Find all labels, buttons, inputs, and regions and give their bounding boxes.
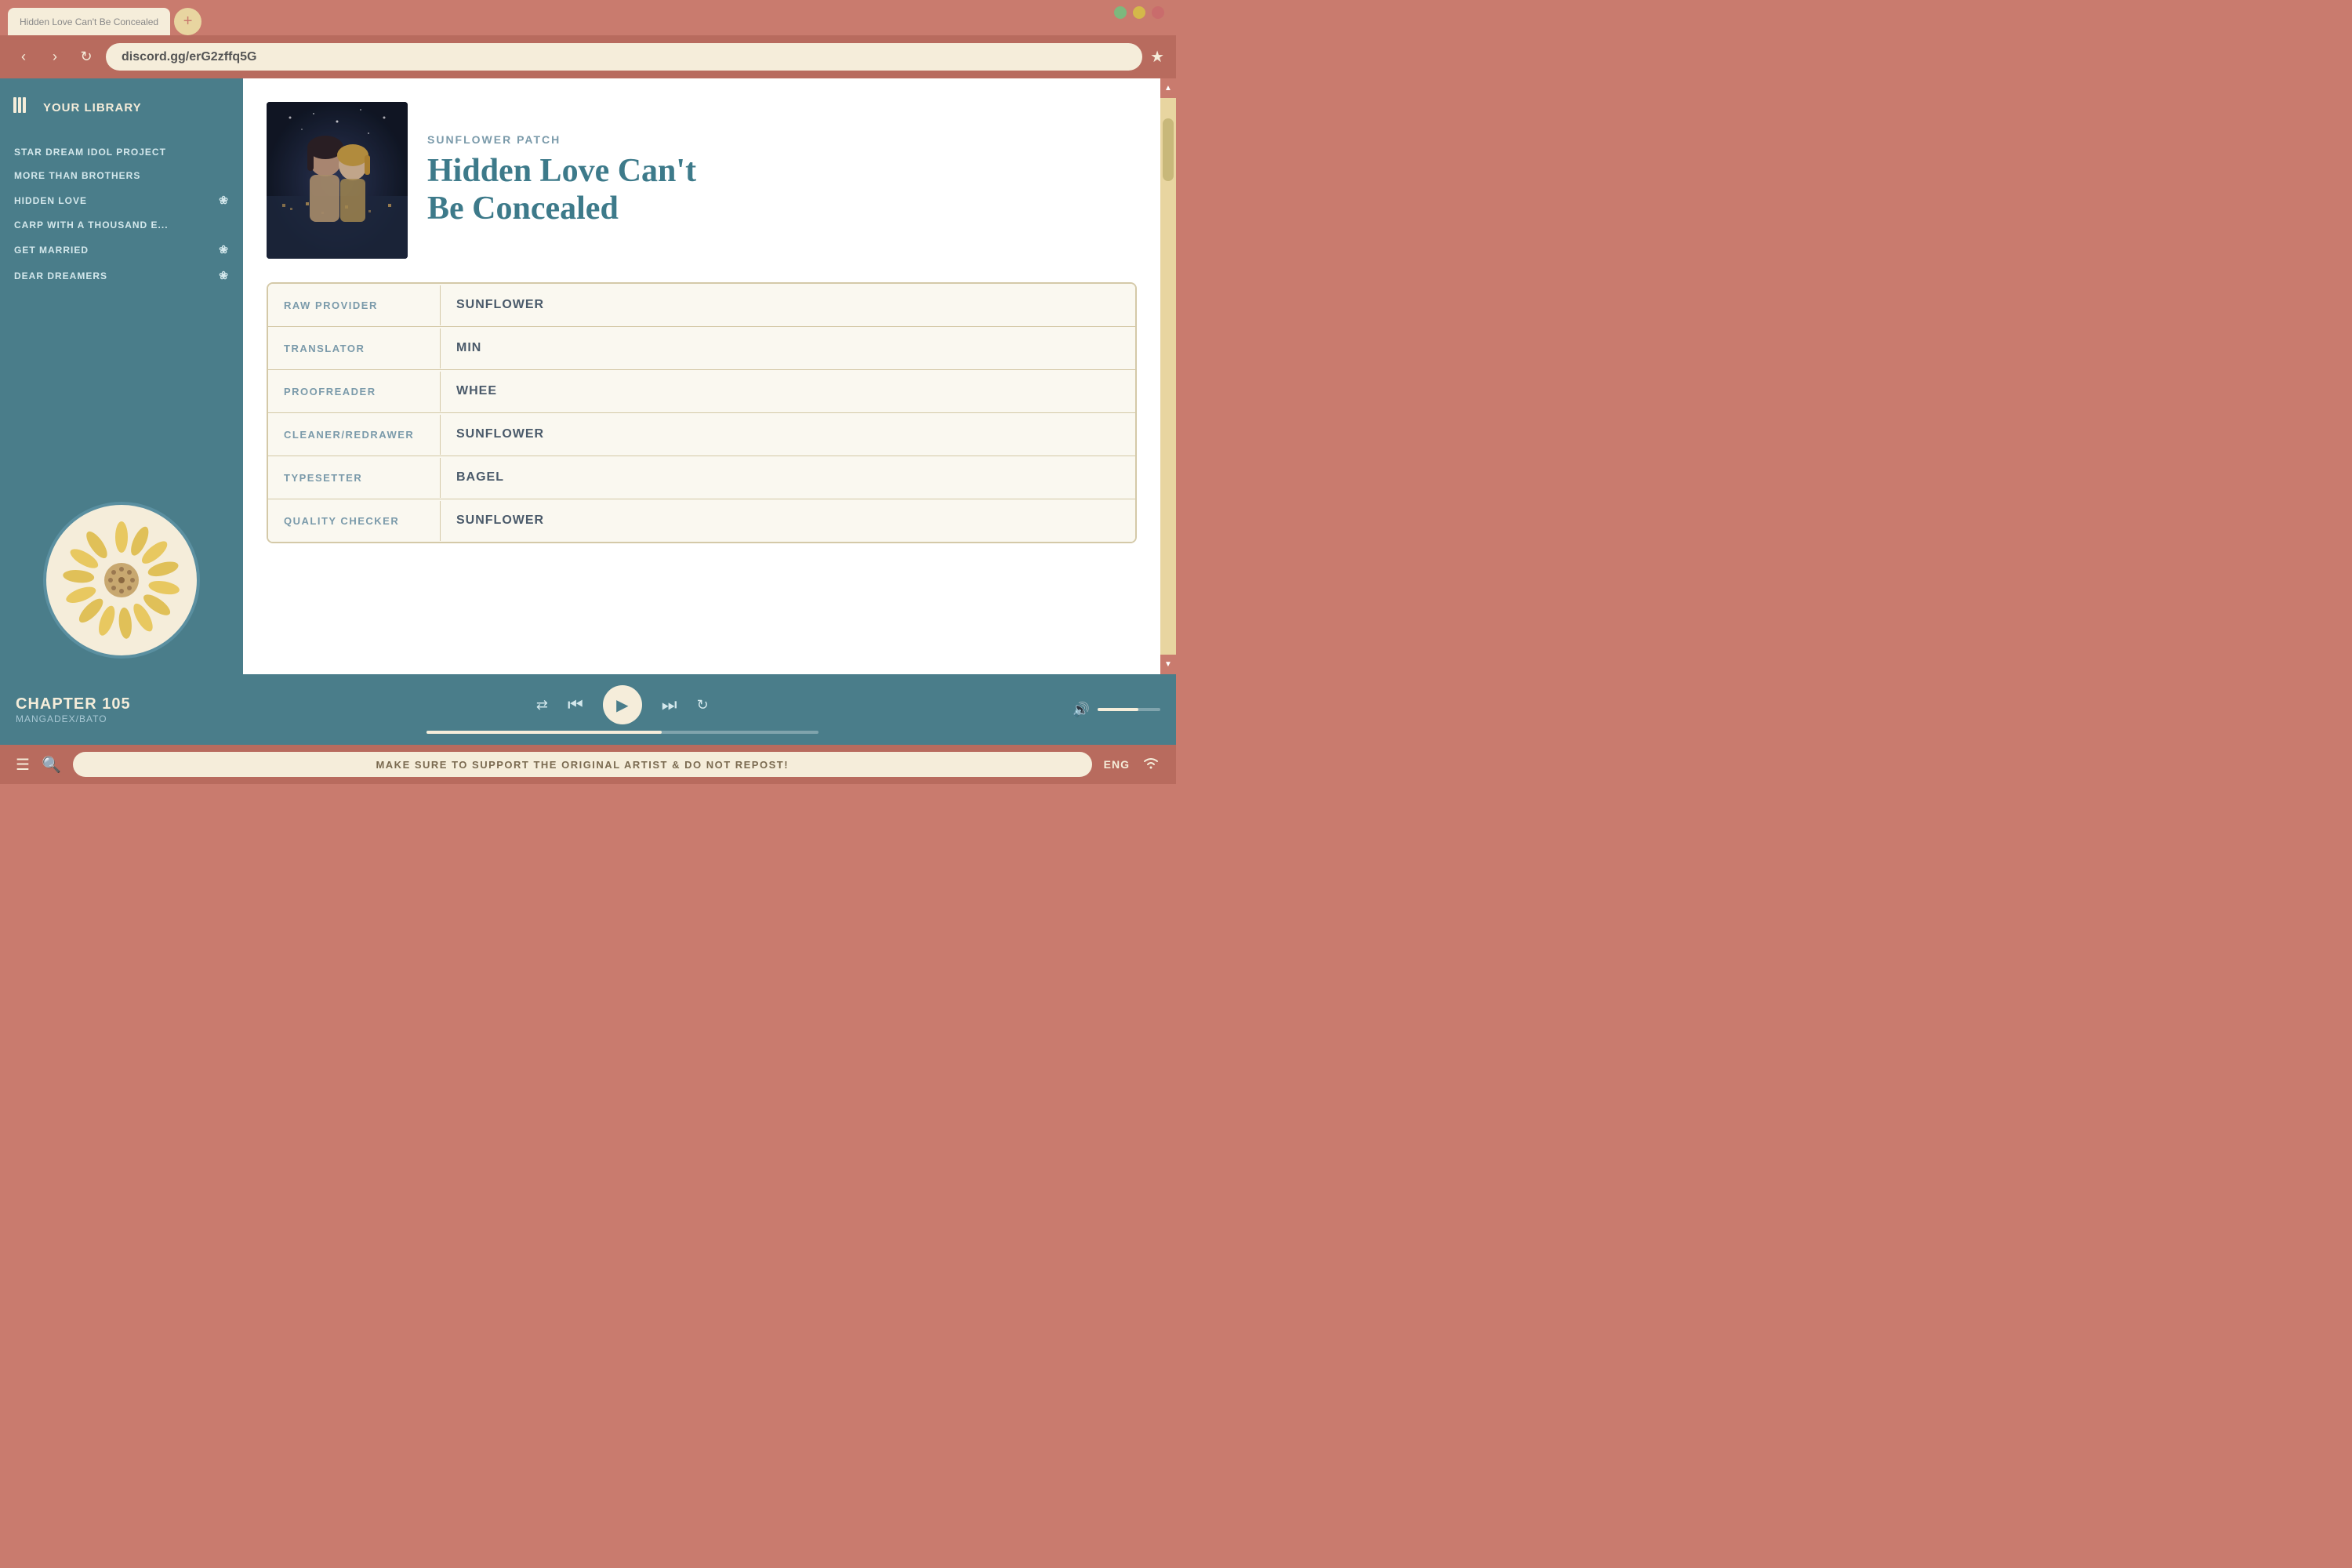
chapter-title: CHAPTER 105 xyxy=(16,695,172,713)
flower-icon: ❀ xyxy=(219,194,229,207)
sidebar-header: YOUR LIBRARY xyxy=(0,78,243,132)
scroll-up-button[interactable]: ▲ xyxy=(1160,78,1176,98)
back-button[interactable]: ‹ xyxy=(12,45,35,69)
shuffle-button[interactable]: ⇄ xyxy=(536,697,548,713)
browser-frame: Hidden Love Can't Be Concealed + ‹ › ↻ d… xyxy=(0,0,1176,784)
controls-row: ⇄ ⏮ ▶ ⏭ ↻ xyxy=(536,685,709,724)
prev-button[interactable]: ⏮ xyxy=(568,695,583,715)
credit-label: RAW PROVIDER xyxy=(268,285,441,325)
scroll-thumb[interactable] xyxy=(1163,118,1174,181)
scroll-down-button[interactable]: ▼ xyxy=(1160,655,1176,674)
player-chapter-info: CHAPTER 105 MANGADEX/BATO xyxy=(16,695,172,724)
sidebar-item-get-married[interactable]: GET MARRIED ❀ xyxy=(0,237,243,263)
credit-label: CLEANER/REDRAWER xyxy=(268,415,441,455)
search-icon[interactable]: 🔍 xyxy=(42,755,61,775)
credit-row-translator: TRANSLATOR MIN xyxy=(268,327,1135,370)
volume-bar[interactable] xyxy=(1098,708,1160,711)
flower-icon-3: ❀ xyxy=(219,269,229,282)
url-bar[interactable]: discord.gg/erG2zffq5G xyxy=(106,43,1142,71)
manga-title-section: SUNFLOWER PATCH Hidden Love Can't Be Con… xyxy=(427,102,1137,259)
sidebar-item-label: MORE THAN BROTHERS xyxy=(14,170,140,181)
sidebar-item-more-than-brothers[interactable]: MORE THAN BROTHERS xyxy=(0,164,243,187)
content-area: SUNFLOWER PATCH Hidden Love Can't Be Con… xyxy=(243,78,1160,674)
refresh-button[interactable]: ↻ xyxy=(74,45,98,69)
wifi-icon xyxy=(1142,755,1160,775)
new-tab-button[interactable]: + xyxy=(174,8,201,35)
progress-fill xyxy=(426,731,662,734)
manga-header: SUNFLOWER PATCH Hidden Love Can't Be Con… xyxy=(267,102,1137,259)
flower-icon-2: ❀ xyxy=(219,243,229,256)
sidebar-title: YOUR LIBRARY xyxy=(43,101,142,114)
status-bar: ☰ 🔍 MAKE SURE TO SUPPORT THE ORIGINAL AR… xyxy=(0,745,1176,784)
sidebar-item-label: CARP WITH A THOUSAND E... xyxy=(14,220,169,230)
sidebar-item-dear-dreamers[interactable]: DEAR DREAMERS ❀ xyxy=(0,263,243,289)
close-button[interactable] xyxy=(1152,6,1164,19)
publisher-name: SUNFLOWER PATCH xyxy=(427,133,1137,146)
forward-button[interactable]: › xyxy=(43,45,67,69)
tab-title: Hidden Love Can't Be Concealed xyxy=(20,16,158,27)
sidebar-item-label: STAR DREAM IDOL PROJECT xyxy=(14,147,166,158)
manga-cover xyxy=(267,102,408,259)
nav-bar: ‹ › ↻ discord.gg/erG2zffq5G ★ xyxy=(0,35,1176,78)
logo-circle xyxy=(43,502,200,659)
sidebar: YOUR LIBRARY STAR DREAM IDOL PROJECT MOR… xyxy=(0,78,243,674)
progress-bar[interactable] xyxy=(426,731,818,734)
player-bar: CHAPTER 105 MANGADEX/BATO ⇄ ⏮ ▶ ⏭ ↻ 🔊 xyxy=(0,674,1176,745)
active-tab[interactable]: Hidden Love Can't Be Concealed xyxy=(8,8,170,35)
volume-icon: 🔊 xyxy=(1073,702,1090,718)
sidebar-item-label: DEAR DREAMERS xyxy=(14,270,107,281)
status-right: ENG xyxy=(1104,755,1160,775)
scroll-track-inner xyxy=(1163,103,1174,650)
player-controls: ⇄ ⏮ ▶ ⏭ ↻ xyxy=(188,685,1057,734)
sidebar-nav: STAR DREAM IDOL PROJECT MORE THAN BROTHE… xyxy=(0,132,243,486)
credit-label: TRANSLATOR xyxy=(268,328,441,368)
credit-row-proofreader: PROOFREADER WHEE xyxy=(268,370,1135,413)
sidebar-logo xyxy=(0,486,243,674)
content-with-scrollbar: SUNFLOWER PATCH Hidden Love Can't Be Con… xyxy=(243,78,1176,674)
url-text: discord.gg/erG2zffq5G xyxy=(122,50,256,64)
language-button[interactable]: ENG xyxy=(1104,758,1130,771)
library-icon xyxy=(12,94,34,121)
scrollbar: ▲ ▼ xyxy=(1160,78,1176,674)
repeat-button[interactable]: ↻ xyxy=(697,697,709,713)
sidebar-item-hidden-love[interactable]: HIDDEN LOVE ❀ xyxy=(0,187,243,213)
window-controls xyxy=(1114,6,1164,19)
credit-label: QUALITY CHECKER xyxy=(268,501,441,541)
manga-title: Hidden Love Can't Be Concealed xyxy=(427,152,1137,228)
credit-label: PROOFREADER xyxy=(268,372,441,412)
credit-row-cleaner: CLEANER/REDRAWER SUNFLOWER xyxy=(268,413,1135,456)
next-button[interactable]: ⏭ xyxy=(662,695,677,715)
sidebar-item-carp[interactable]: CARP WITH A THOUSAND E... xyxy=(0,213,243,237)
maximize-button[interactable] xyxy=(1133,6,1145,19)
scroll-track[interactable] xyxy=(1160,98,1176,655)
credit-value: SUNFLOWER xyxy=(441,284,560,326)
credit-row-typesetter: TYPESETTER BAGEL xyxy=(268,456,1135,499)
credit-row-raw-provider: RAW PROVIDER SUNFLOWER xyxy=(268,284,1135,327)
minimize-button[interactable] xyxy=(1114,6,1127,19)
manga-info: SUNFLOWER PATCH Hidden Love Can't Be Con… xyxy=(243,78,1160,674)
main-content: YOUR LIBRARY STAR DREAM IDOL PROJECT MOR… xyxy=(0,78,1176,674)
sidebar-item-star-dream[interactable]: STAR DREAM IDOL PROJECT xyxy=(0,140,243,164)
credit-value: WHEE xyxy=(441,370,513,412)
bookmark-button[interactable]: ★ xyxy=(1150,47,1164,67)
sidebar-item-label: HIDDEN LOVE xyxy=(14,195,87,206)
play-button[interactable]: ▶ xyxy=(603,685,642,724)
chapter-source: MANGADEX/BATO xyxy=(16,713,172,724)
credit-value: SUNFLOWER xyxy=(441,499,560,542)
credit-value: SUNFLOWER xyxy=(441,413,560,456)
tab-bar: Hidden Love Can't Be Concealed + xyxy=(0,0,1176,35)
volume-fill xyxy=(1098,708,1138,711)
credits-table: RAW PROVIDER SUNFLOWER TRANSLATOR MIN PR… xyxy=(267,282,1137,543)
volume-area: 🔊 xyxy=(1073,702,1160,718)
credit-label: TYPESETTER xyxy=(268,458,441,498)
credit-value: MIN xyxy=(441,327,497,369)
sidebar-item-label: GET MARRIED xyxy=(14,245,89,256)
credit-row-quality-checker: QUALITY CHECKER SUNFLOWER xyxy=(268,499,1135,542)
credit-value: BAGEL xyxy=(441,456,520,499)
status-message: MAKE SURE TO SUPPORT THE ORIGINAL ARTIST… xyxy=(73,752,1092,777)
menu-icon[interactable]: ☰ xyxy=(16,755,30,775)
